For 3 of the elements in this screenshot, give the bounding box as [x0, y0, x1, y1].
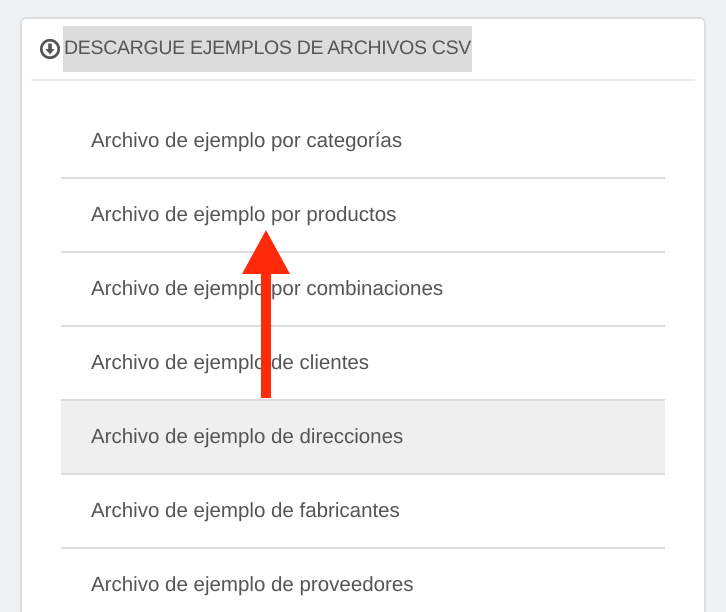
panel-title: DESCARGUE EJEMPLOS DE ARCHIVOS CSV — [63, 26, 472, 72]
sample-file-link[interactable]: Archivo de ejemplo de direcciones — [61, 401, 665, 475]
download-icon — [39, 38, 61, 60]
